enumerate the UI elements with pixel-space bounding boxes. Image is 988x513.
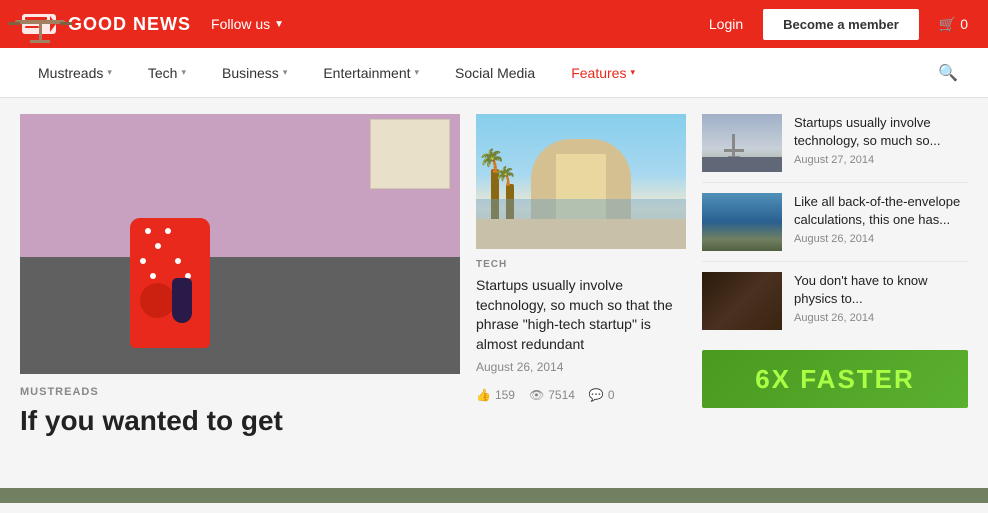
sidebar-article-2: Like all back-of-the-envelope calculatio… (702, 183, 968, 262)
likes-count: 159 (495, 388, 515, 402)
sidebar-article-1-date: August 27, 2014 (794, 154, 968, 166)
secondary-article: 🌴 🌴 TECH Startups usually involve techno… (476, 114, 686, 438)
sidebar-thumb-3[interactable] (702, 272, 782, 330)
nav-item-entertainment[interactable]: Entertainment ▾ (305, 48, 437, 98)
sidebar-article-1-content: Startups usually involve technology, so … (794, 114, 968, 166)
nav-business-arrow-icon: ▾ (283, 67, 288, 78)
kitchen-counter (20, 257, 460, 374)
likes-stat: 👍 159 (476, 388, 515, 402)
sidebar-article-2-content: Like all back-of-the-envelope calculatio… (794, 193, 968, 245)
palm-leaves-2: 🌴 (494, 166, 516, 187)
featured-article: MUSTREADS If you wanted to get (20, 114, 460, 438)
cart-button[interactable]: 🛒 0 (939, 16, 968, 33)
polka-dot (175, 258, 181, 264)
sidebar-article-1: Startups usually involve technology, so … (702, 114, 968, 183)
nav-entertainment-label: Entertainment (323, 65, 410, 81)
cart-icon: 🛒 (939, 16, 956, 33)
nav-mustreads-arrow-icon: ▾ (107, 67, 112, 78)
secondary-article-image[interactable]: 🌴 🌴 (476, 114, 686, 249)
polka-dot (155, 243, 161, 249)
sidebar-article-3: You don't have to know physics to... Aug… (702, 262, 968, 340)
nav-item-mustreads[interactable]: Mustreads ▾ (20, 48, 130, 98)
featured-article-title[interactable]: If you wanted to get (20, 404, 460, 438)
comments-stat: 💬 0 (589, 388, 615, 402)
kitchen-scene (20, 114, 460, 374)
secondary-article-tag: TECH (476, 259, 686, 270)
thumbs-up-icon: 👍 (476, 388, 491, 402)
palm-scene: 🌴 🌴 (476, 114, 686, 249)
featured-article-image[interactable] (20, 114, 460, 374)
coast-image (702, 193, 782, 251)
sidebar-article-1-title[interactable]: Startups usually involve technology, so … (794, 114, 968, 150)
logo-text: GOOD NEWS (68, 14, 191, 35)
person-apron (130, 218, 210, 348)
sidebar-article-2-title[interactable]: Like all back-of-the-envelope calculatio… (794, 193, 968, 229)
nav-business-label: Business (222, 65, 279, 81)
sidebar-article-3-date: August 26, 2014 (794, 312, 968, 324)
sidebar: Startups usually involve technology, so … (702, 114, 968, 438)
header-right: Login Become a member 🛒 0 (709, 9, 968, 40)
main-content: MUSTREADS If you wanted to get 🌴 🌴 TECH … (0, 98, 988, 454)
navigation: Mustreads ▾ Tech ▾ Business ▾ Entertainm… (0, 48, 988, 98)
search-button[interactable]: 🔍 (928, 63, 968, 83)
sidebar-article-3-content: You don't have to know physics to... Aug… (794, 272, 968, 324)
sidebar-article-3-title[interactable]: You don't have to know physics to... (794, 272, 968, 308)
eiffel-image (702, 114, 782, 172)
nav-mustreads-label: Mustreads (38, 65, 103, 81)
nav-item-features[interactable]: Features ▾ (553, 48, 653, 98)
nav-tech-label: Tech (148, 65, 178, 81)
comments-count: 0 (608, 388, 615, 402)
city-silhouette (702, 157, 782, 172)
polka-dot (140, 258, 146, 264)
follow-us-arrow-icon: ▼ (274, 19, 284, 30)
polka-dot (150, 273, 156, 279)
views-count: 7514 (548, 388, 575, 402)
follow-us-button[interactable]: Follow us ▼ (211, 16, 284, 32)
eggplant-shape (172, 278, 192, 323)
featured-article-tag: MUSTREADS (20, 386, 460, 398)
views-stat: 👁 7514 (529, 388, 575, 402)
advertisement-banner[interactable]: 6X FASTER (702, 350, 968, 408)
cart-count: 0 (960, 16, 968, 32)
nav-tech-arrow-icon: ▾ (181, 67, 186, 78)
water-reflection (476, 199, 686, 219)
search-icon: 🔍 (938, 65, 958, 82)
sidebar-article-2-date: August 26, 2014 (794, 233, 968, 245)
nav-item-social-media[interactable]: Social Media (437, 48, 553, 98)
banner-prefix: 6X (755, 364, 791, 394)
nav-item-business[interactable]: Business ▾ (204, 48, 305, 98)
secondary-article-title[interactable]: Startups usually involve technology, so … (476, 276, 686, 354)
follow-us-label: Follow us (211, 16, 270, 32)
logo[interactable]: GOOD NEWS (20, 10, 191, 38)
login-button[interactable]: Login (709, 16, 743, 32)
sidebar-thumb-2[interactable] (702, 193, 782, 251)
polka-dot (165, 228, 171, 234)
comment-icon: 💬 (589, 388, 604, 402)
tower-mid (724, 149, 744, 152)
sidebar-thumb-1[interactable] (702, 114, 782, 172)
become-member-button[interactable]: Become a member (763, 9, 919, 40)
secondary-article-date: August 26, 2014 (476, 360, 686, 374)
restaurant-image (702, 272, 782, 330)
banner-text: 6X FASTER (755, 364, 915, 395)
banner-suffix: FASTER (800, 364, 915, 394)
nav-features-label: Features (571, 65, 626, 81)
nav-social-media-label: Social Media (455, 65, 535, 81)
header: GOOD NEWS Follow us ▼ Login Become a mem… (0, 0, 988, 48)
nav-entertainment-arrow-icon: ▾ (415, 67, 420, 78)
kitchen-cabinet (370, 119, 450, 189)
polka-dot (145, 228, 151, 234)
eye-icon: 👁 (529, 388, 544, 402)
nav-item-tech[interactable]: Tech ▾ (130, 48, 204, 98)
article-stats: 👍 159 👁 7514 💬 0 (476, 388, 686, 402)
road (476, 219, 686, 249)
tomato-shape (140, 283, 175, 318)
nav-features-arrow-icon: ▾ (630, 67, 635, 78)
